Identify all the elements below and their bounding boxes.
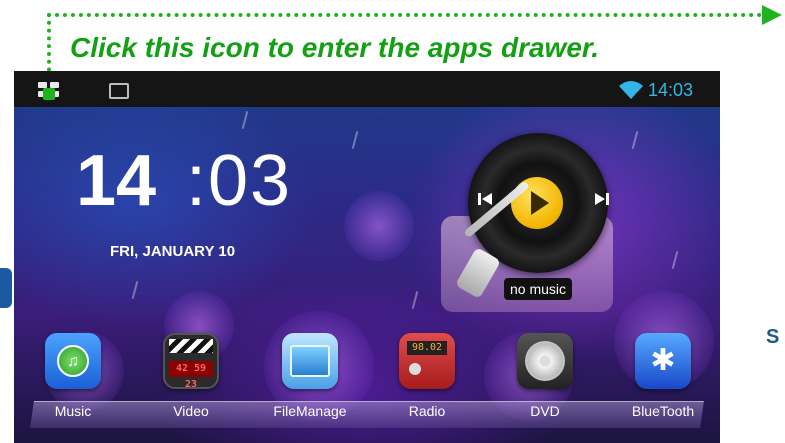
music-status: no music: [504, 278, 573, 300]
rain-streak: [631, 131, 639, 149]
dock-bar: [30, 401, 704, 428]
app-label: Video: [173, 403, 209, 419]
previous-track-icon[interactable]: [475, 189, 495, 209]
picture-icon: [109, 83, 129, 99]
video-icon-counter: 42 59 23: [169, 361, 213, 390]
radio-frequency-display: 98.02: [407, 341, 447, 355]
app-music[interactable]: ♫ Music: [23, 333, 123, 419]
clock-date: FRI, JANUARY 10: [110, 243, 236, 260]
app-video[interactable]: 42 59 23 Video: [141, 333, 241, 419]
side-decoration: [0, 268, 12, 308]
app-label: Music: [54, 403, 92, 419]
rain-streak: [131, 281, 139, 299]
app-label: FileManage: [273, 403, 347, 419]
page-edge-text: S: [766, 326, 780, 348]
app-label: BlueTooth: [631, 403, 695, 419]
clock-minute: :03: [186, 141, 293, 221]
app-bluetooth[interactable]: ✱ BlueTooth: [613, 333, 713, 419]
annotation-target-dot: [43, 88, 55, 100]
app-label: DVD: [530, 403, 560, 419]
annotation-dotted-line: [47, 13, 762, 17]
launcher-screen: 14:03 14 :03 FRI, JANUARY 10 no music ♫ …: [14, 71, 720, 443]
status-bar: 14:03: [14, 71, 720, 107]
app-dvd[interactable]: DVD: [495, 333, 595, 419]
clock-hour: 14: [76, 141, 157, 221]
app-label: Radio: [408, 403, 446, 419]
rain-streak: [671, 251, 679, 269]
annotation-arrow-icon: [762, 5, 782, 25]
rain-streak: [351, 131, 359, 149]
file-manager-icon: [282, 333, 338, 389]
dvd-app-icon: [517, 333, 573, 389]
app-filemanage[interactable]: FileManage: [260, 333, 360, 419]
next-track-icon[interactable]: [592, 189, 612, 209]
rain-streak: [411, 291, 419, 309]
radio-app-icon: 98.02: [399, 333, 455, 389]
wifi-icon: [619, 81, 643, 99]
rain-streak: [241, 111, 249, 129]
status-time: 14:03: [648, 80, 694, 100]
video-app-icon: 42 59 23: [163, 333, 219, 390]
music-app-icon: ♫: [45, 333, 101, 389]
annotation-caption: Click this icon to enter the apps drawer…: [70, 32, 600, 63]
bokeh-light: [344, 191, 414, 261]
bluetooth-app-icon: ✱: [635, 333, 691, 389]
app-radio[interactable]: 98.02 Radio: [377, 333, 477, 419]
